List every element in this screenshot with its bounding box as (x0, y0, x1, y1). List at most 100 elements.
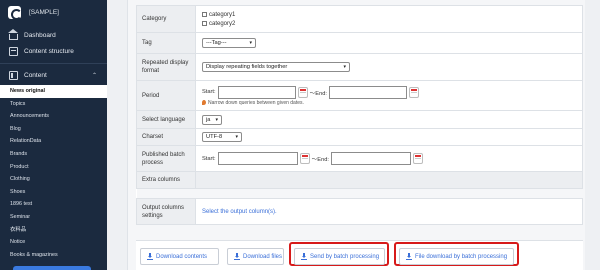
row-period: Period Start: 〜End: Narrow down queries … (136, 80, 583, 111)
charset-select[interactable]: UTF-8 ▾ (202, 132, 242, 142)
row-extra-columns: Extra columns (136, 171, 583, 189)
home-icon (8, 28, 18, 40)
period-end-label: 〜End: (309, 90, 327, 97)
language-select[interactable]: ja ▾ (202, 114, 222, 125)
download-button-bar: Download contents Download files Send by… (136, 240, 583, 270)
main-area: Category category1 category2 Tag ---Tag-… (117, 0, 600, 270)
sidebar-item-news-original[interactable]: News original (0, 85, 107, 98)
repeated-format-select[interactable]: Display repeating fields together ▾ (202, 62, 350, 72)
category-option-label: category2 (209, 20, 236, 27)
chevron-down-icon: ▾ (249, 40, 252, 46)
language-label: Select language (136, 110, 196, 129)
sidebar-item-clothing[interactable]: Clothing (0, 173, 107, 186)
published-end-label: 〜End: (311, 157, 329, 163)
chevron-down-icon: ▾ (235, 134, 238, 140)
calendar-icon[interactable] (299, 153, 310, 164)
sidebar: [SAMPLE] Dashboard Content structure Con… (0, 0, 107, 270)
download-icon (234, 252, 240, 260)
structure-icon (9, 46, 18, 56)
period-hint-text: Narrow down queries between given dates. (208, 99, 304, 106)
nav-dashboard-label: Dashboard (24, 31, 56, 39)
sidebar-item-product[interactable]: Product (0, 161, 107, 174)
sidebar-item-clothing-jp[interactable]: 衣料品 (0, 224, 107, 237)
send-by-batch-label: Send by batch processing (310, 253, 380, 260)
sidebar-item-1896-test[interactable]: 1896 test (0, 198, 107, 211)
sidebar-item-topics[interactable]: Topics (0, 98, 107, 111)
download-files-label: Download files (243, 253, 283, 260)
checkbox[interactable] (202, 21, 207, 26)
logo-icon (8, 5, 22, 20)
calendar-icon[interactable] (412, 153, 423, 164)
download-icon (301, 252, 307, 260)
row-repeated-format: Repeated display format Display repeatin… (136, 53, 583, 81)
row-output-columns: Output columns settings Select the outpu… (136, 198, 583, 225)
period-start-input[interactable] (217, 85, 296, 99)
file-download-batch-label: File download by batch processing (415, 253, 508, 260)
published-end-input[interactable] (330, 152, 411, 165)
published-batch-label: Published batch process (136, 145, 196, 172)
send-by-batch-button[interactable]: Send by batch processing (294, 248, 385, 265)
sidebar-item-relationdata[interactable]: RelationData (0, 135, 107, 148)
period-start-label: Start: (202, 89, 216, 95)
sidebar-item-shoes[interactable]: Shoes (0, 186, 107, 199)
pin-icon (202, 100, 206, 105)
category-option-2[interactable]: category2 (202, 19, 576, 28)
select-output-columns-link[interactable]: Select the output column(s). (202, 209, 277, 215)
extra-columns-value (195, 171, 583, 189)
download-contents-button[interactable]: Download contents (140, 248, 219, 265)
row-tag: Tag ---Tag--- ▾ (136, 32, 583, 54)
sidebar-divider (0, 63, 107, 64)
chevron-down-icon: ▾ (215, 116, 218, 123)
file-download-batch-button[interactable]: File download by batch processing (399, 248, 514, 265)
nav-content-structure[interactable]: Content structure (0, 43, 107, 59)
row-published-batch: Published batch process Start: 〜End: (136, 145, 583, 172)
output-columns-label: Output columns settings (136, 198, 196, 225)
sidebar-item-brands[interactable]: Brands (0, 148, 107, 161)
brand[interactable]: [SAMPLE] (0, 0, 107, 24)
content-type-list: News original Topics Announcements Blog … (0, 85, 107, 261)
row-spacer (136, 188, 583, 199)
period-hint: Narrow down queries between given dates. (202, 100, 576, 106)
sidebar-item-notice[interactable]: Notice (0, 236, 107, 249)
period-label: Period (136, 80, 196, 111)
content-icon (9, 70, 18, 80)
csv-download-panel: Category category1 category2 Tag ---Tag-… (127, 0, 585, 270)
repeated-format-value: Display repeating fields together (206, 64, 288, 70)
charset-label: Charset (136, 128, 196, 146)
download-settings-form: Category category1 category2 Tag ---Tag-… (136, 5, 583, 225)
period-end-input[interactable] (328, 85, 407, 99)
row-category: Category category1 category2 (136, 5, 583, 33)
calendar-icon[interactable] (297, 86, 308, 98)
chevron-down-icon: ▾ (343, 64, 346, 70)
calendar-icon[interactable] (408, 86, 419, 98)
sidebar-item-blog[interactable]: Blog (0, 123, 107, 136)
row-charset: Charset UTF-8 ▾ (136, 128, 583, 146)
sidebar-item-announcements[interactable]: Announcements (0, 110, 107, 123)
sidebar-add-button[interactable] (13, 266, 91, 270)
row-language: Select language ja ▾ (136, 110, 583, 129)
nav-dashboard[interactable]: Dashboard (0, 27, 107, 43)
published-start-label: Start: (202, 155, 216, 162)
tag-select[interactable]: ---Tag--- ▾ (202, 38, 256, 48)
sidebar-item-books-magazines[interactable]: Books & magazines (0, 249, 107, 262)
nav-content-toggle[interactable]: Content ⌃ (0, 67, 107, 83)
download-icon (406, 252, 412, 260)
published-start-input[interactable] (217, 152, 298, 165)
category-label: Category (136, 5, 196, 33)
tag-label: Tag (136, 32, 196, 54)
download-contents-label: Download contents (156, 253, 208, 260)
category-option-label: category1 (209, 11, 236, 18)
category-option-1[interactable]: category1 (202, 10, 576, 19)
site-name: [SAMPLE] (29, 8, 59, 16)
sidebar-item-seminar[interactable]: Seminar (0, 211, 107, 224)
repeated-format-label: Repeated display format (136, 53, 196, 81)
chevron-up-icon: ⌃ (91, 72, 97, 79)
nav-content-label: Content (24, 71, 47, 79)
nav-content-structure-label: Content structure (24, 47, 74, 55)
extra-columns-label: Extra columns (136, 171, 196, 189)
checkbox[interactable] (202, 12, 207, 17)
charset-select-value: UTF-8 (206, 134, 223, 140)
download-icon (147, 252, 153, 260)
download-files-button[interactable]: Download files (227, 248, 284, 265)
language-select-value: ja (206, 116, 211, 123)
